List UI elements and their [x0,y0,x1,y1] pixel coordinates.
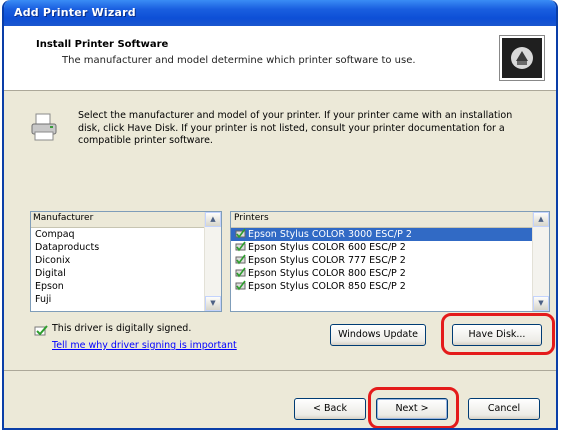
signed-status: This driver is digitally signed. [52,323,192,334]
printer-icon [31,113,57,141]
driver-signing-link[interactable]: Tell me why driver signing is important [52,340,237,351]
printer-item-icon [235,241,246,252]
printers-label: Printers [234,213,269,223]
add-printer-wizard-window: Add Printer Wizard Install Printer Softw… [2,0,558,430]
printers-list[interactable]: Epson Stylus COLOR 3000 ESC/P 2 Epson Sty… [230,211,550,312]
printer-item-label: Epson Stylus COLOR 600 ESC/P 2 [248,242,406,253]
manufacturer-scrollbar[interactable]: ▲ ▼ [204,212,221,311]
scroll-down-button[interactable]: ▼ [205,296,221,311]
header-subtitle: The manufacturer and model determine whi… [62,55,416,66]
printer-item[interactable]: Epson Stylus COLOR 3000 ESC/P 2 [231,228,549,241]
scroll-up-button[interactable]: ▲ [533,212,549,227]
manufacturer-item[interactable]: Diconix [31,254,221,267]
printer-item-label: Epson Stylus COLOR 850 ESC/P 2 [248,281,406,292]
manufacturer-item[interactable]: Compaq [31,228,221,241]
manufacturer-item[interactable]: Fuji [31,293,221,306]
have-disk-highlight [441,313,555,355]
manufacturer-list[interactable]: Compaq Dataproducts Diconix Digital Epson Fuj… [30,211,222,312]
cancel-button[interactable]: Cancel [468,398,540,420]
printer-item[interactable]: Epson Stylus COLOR 777 ESC/P 2 [231,254,549,267]
printer-item-label: Epson Stylus COLOR 800 ESC/P 2 [248,268,406,279]
footer-separator [4,370,556,371]
printer-item-icon [235,280,246,291]
printer-item[interactable]: Epson Stylus COLOR 800 ESC/P 2 [231,267,549,280]
printer-item-label: Epson Stylus COLOR 3000 ESC/P 2 [248,229,412,240]
printer-wizard-icon [499,35,545,81]
printer-item[interactable]: Epson Stylus COLOR 850 ESC/P 2 [231,280,549,293]
manufacturer-item[interactable]: Epson [31,280,221,293]
header-title: Install Printer Software [36,39,169,50]
wizard-header: Install Printer Software The manufacture… [4,26,556,91]
title-bar[interactable]: Add Printer Wizard [4,0,556,26]
printer-item-label: Epson Stylus COLOR 777 ESC/P 2 [248,255,406,266]
next-highlight [368,387,459,428]
printer-item-icon [235,254,246,265]
manufacturer-label: Manufacturer [33,213,94,223]
window-title: Add Printer Wizard [14,6,136,19]
signed-driver-icon [34,325,48,336]
instructions-text: Select the manufacturer and model of you… [78,110,513,146]
printer-item[interactable]: Epson Stylus COLOR 600 ESC/P 2 [231,241,549,254]
scroll-up-button[interactable]: ▲ [205,212,221,227]
manufacturer-item[interactable]: Dataproducts [31,241,221,254]
back-button[interactable]: < Back [294,398,366,420]
manufacturer-item[interactable]: Digital [31,267,221,280]
printer-item-icon [235,228,246,239]
windows-update-button[interactable]: Windows Update [330,324,426,346]
scroll-down-button[interactable]: ▼ [533,296,549,311]
printers-scrollbar[interactable]: ▲ ▼ [532,212,549,311]
printer-item-icon [235,267,246,278]
